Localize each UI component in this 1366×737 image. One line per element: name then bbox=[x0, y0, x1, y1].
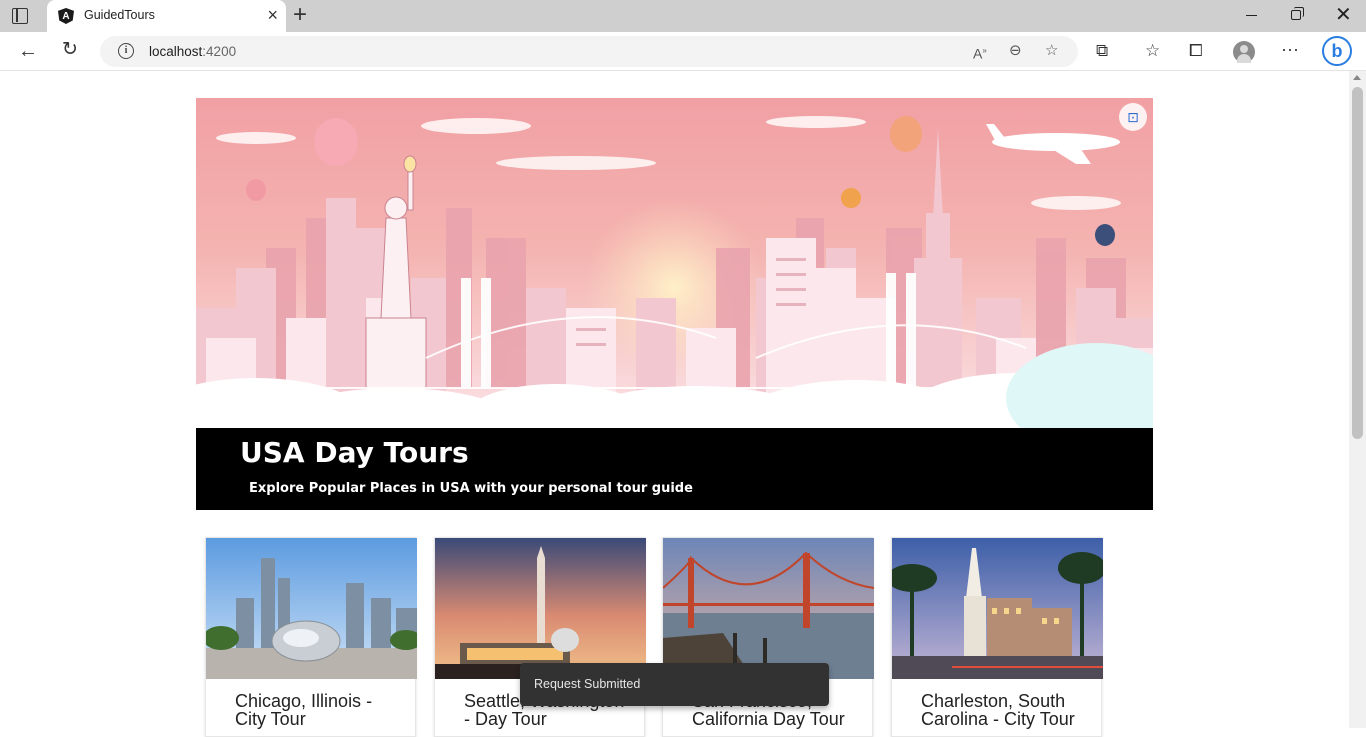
profile-avatar[interactable] bbox=[1233, 41, 1255, 63]
minimize-icon[interactable] bbox=[1246, 15, 1257, 16]
tour-image-chicago[interactable] bbox=[206, 538, 417, 679]
more-options-icon[interactable]: ··· bbox=[1281, 40, 1299, 58]
tab-close-icon[interactable]: × bbox=[267, 6, 278, 24]
tour-image-charleston[interactable] bbox=[892, 538, 1103, 679]
favorites-icon[interactable]: ☆ bbox=[1145, 42, 1160, 60]
restore-icon[interactable] bbox=[1291, 7, 1304, 20]
site-info-icon[interactable]: i bbox=[118, 43, 134, 59]
bing-copilot-icon[interactable]: b bbox=[1322, 36, 1352, 66]
collections-icon[interactable]: ⧠ bbox=[1189, 42, 1203, 60]
tour-image-seattle[interactable] bbox=[435, 538, 646, 679]
zoom-out-icon[interactable]: ⊖ bbox=[1009, 42, 1022, 60]
hero-title: USA Day Tours bbox=[240, 436, 469, 469]
angular-logo-icon: A bbox=[58, 8, 74, 24]
scroll-thumb[interactable] bbox=[1352, 87, 1363, 439]
url-text[interactable]: localhost:4200 bbox=[149, 44, 236, 59]
read-aloud-icon[interactable]: A» bbox=[973, 42, 987, 63]
add-favorite-icon[interactable]: ☆ bbox=[1045, 42, 1058, 60]
tab-strip: A GuidedTours × + ✕ bbox=[0, 0, 1366, 32]
hero-image: ⊡ bbox=[196, 98, 1153, 428]
snackbar-message: Request Submitted bbox=[534, 677, 641, 691]
browser-tab[interactable]: A GuidedTours × bbox=[47, 0, 286, 32]
tab-title: GuidedTours bbox=[84, 8, 155, 22]
window-close-icon[interactable]: ✕ bbox=[1335, 3, 1352, 27]
scroll-up-icon[interactable] bbox=[1353, 75, 1361, 80]
snackbar: Request Submitted bbox=[520, 663, 829, 706]
tour-card-seattle[interactable]: Seattle, Washington - Day Tour bbox=[434, 537, 646, 737]
refresh-icon[interactable]: ↻ bbox=[62, 40, 78, 59]
tour-card-san-francisco[interactable]: San Francisco, California Day Tour bbox=[662, 537, 874, 737]
extensions-icon[interactable]: ⧉ bbox=[1096, 42, 1108, 60]
tour-title[interactable]: Charleston, South Carolina - City Tour bbox=[921, 692, 1091, 728]
browser-toolbar: ← ↻ i localhost:4200 A» ⊖ ☆ ⧉ ☆ ⧠ ··· b bbox=[0, 32, 1366, 71]
tour-title[interactable]: Chicago, Illinois - City Tour bbox=[235, 692, 405, 728]
city-skyline-illustration bbox=[196, 116, 1153, 428]
tour-card-chicago[interactable]: Chicago, Illinois - City Tour bbox=[205, 537, 417, 737]
back-icon[interactable]: ← bbox=[18, 41, 38, 61]
tour-image-san-francisco[interactable] bbox=[663, 538, 874, 679]
hero-caption: USA Day Tours Explore Popular Places in … bbox=[196, 428, 1153, 510]
new-tab-icon[interactable]: + bbox=[293, 2, 307, 28]
hero-subtitle: Explore Popular Places in USA with your … bbox=[249, 481, 693, 496]
address-bar[interactable]: i localhost:4200 A» ⊖ ☆ bbox=[100, 36, 1078, 67]
tour-card-charleston[interactable]: Charleston, South Carolina - City Tour bbox=[891, 537, 1103, 737]
page-scrollbar[interactable] bbox=[1349, 71, 1366, 728]
tab-actions-icon[interactable] bbox=[12, 8, 28, 24]
visual-search-icon[interactable]: ⊡ bbox=[1119, 103, 1147, 131]
